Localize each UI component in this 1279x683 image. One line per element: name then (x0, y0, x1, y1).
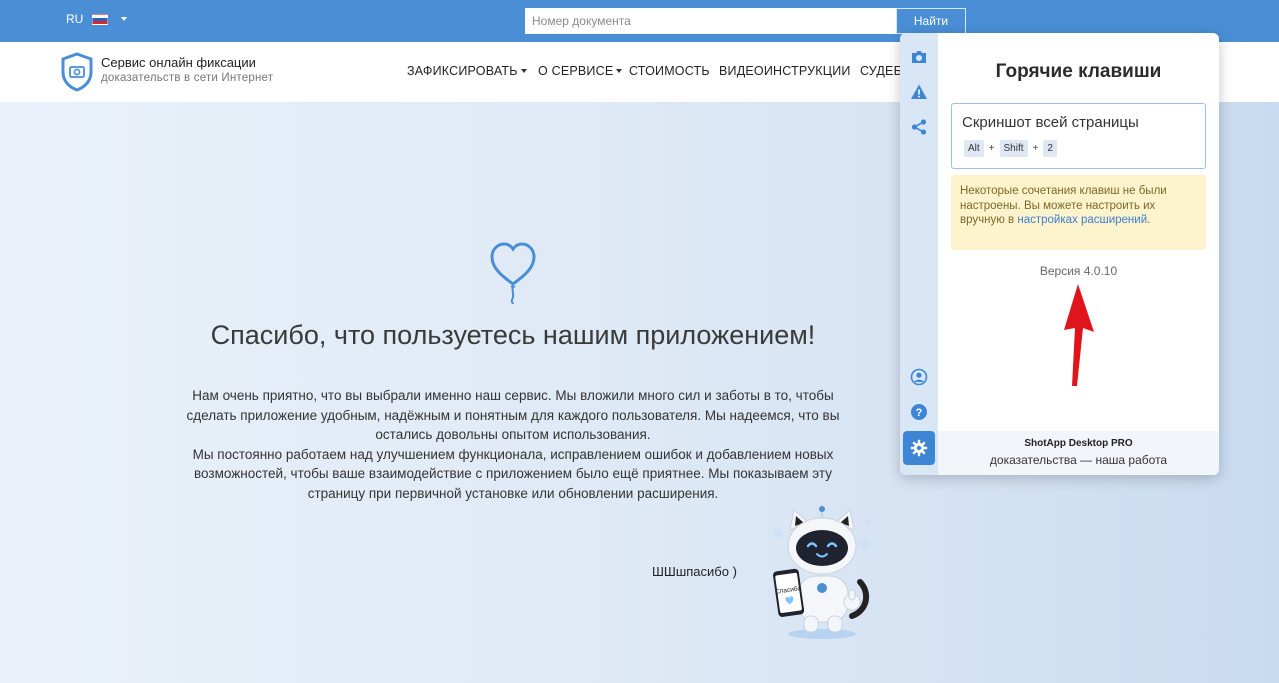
extension-popup: ? Горячие клавиши Скриншот всей страницы… (900, 33, 1219, 475)
settings-tab[interactable] (903, 431, 935, 465)
key-badge: 2 (1043, 140, 1057, 157)
hotkeys-warning: Некоторые сочетания клавиш не были настр… (951, 175, 1206, 250)
key-badge: Shift (999, 140, 1028, 157)
language-label: RU (66, 12, 84, 26)
key-badge: Alt (964, 140, 984, 157)
hotkey-combination: Alt + Shift + 2 (964, 140, 1057, 157)
footer-brand: ShotApp Desktop PRO (1024, 438, 1133, 449)
language-selector[interactable]: RU (66, 12, 128, 26)
chevron-down-icon (520, 69, 527, 73)
hotkey-card-full-page-screenshot[interactable]: Скриншот всей страницы Alt + Shift + 2 (951, 103, 1206, 169)
russia-flag-icon (92, 13, 109, 25)
popup-sidebar: ? (900, 33, 938, 475)
find-button[interactable]: Найти (896, 8, 966, 34)
nav-item-video-guides[interactable]: ВИДЕОИНСТРУКЦИИ (719, 64, 851, 78)
message-line: Мы постоянно работаем над улучшением фун… (192, 446, 834, 462)
message-line: сделать приложение удобным, надёжным и п… (186, 407, 840, 423)
nav-item-court[interactable]: СУДЕБ (860, 64, 902, 78)
help-icon[interactable]: ? (910, 403, 928, 421)
key-separator: + (988, 143, 995, 154)
thanks-caption: ШШшпасибо ) (652, 564, 737, 579)
camera-icon[interactable] (910, 48, 928, 66)
nav-item-label: О СЕРВИСЕ (538, 64, 614, 78)
message-line: возможностей, чтобы ваше взаимодействие … (194, 466, 832, 481)
nav-item-capture[interactable]: ЗАФИКСИРОВАТЬ (407, 64, 527, 78)
share-icon[interactable] (910, 118, 928, 136)
settings-icon (910, 439, 928, 457)
nav-item-about[interactable]: О СЕРВИСЕ (538, 64, 623, 78)
footer-tagline: доказательства — наша работа (989, 453, 1168, 467)
extension-settings-link[interactable]: настройках расширений (1017, 214, 1147, 226)
brand-subtitle: доказательств в сети Интернет (101, 72, 274, 84)
shield-camera-logo-icon[interactable] (60, 52, 94, 92)
document-number-input[interactable] (525, 8, 896, 34)
message-line: страницу при первичной установке или обн… (307, 485, 719, 501)
popup-footer: ShotApp Desktop PRO доказательства — наш… (938, 431, 1219, 475)
red-arrow-annotation (1064, 284, 1094, 386)
user-icon[interactable] (910, 368, 928, 386)
version-label: Версия 4.0.10 (1039, 264, 1118, 278)
brand-title: Сервис онлайн фиксации (101, 55, 256, 70)
chevron-down-icon (616, 69, 623, 73)
svg-text:?: ? (916, 407, 923, 419)
hotkeys-title: Горячие клавиши (995, 61, 1162, 82)
nav-item-label: ЗАФИКСИРОВАТЬ (407, 64, 518, 78)
warning-text-end: . (1147, 214, 1151, 226)
key-separator: + (1032, 143, 1039, 154)
nav-item-label: ВИДЕОИНСТРУКЦИИ (719, 64, 851, 78)
hotkey-card-title: Скриншот всей страницы (962, 114, 1139, 131)
chevron-down-icon (121, 17, 128, 21)
nav-item-label: СУДЕБ (860, 64, 902, 78)
nav-item-label: СТОИМОСТЬ (629, 64, 710, 78)
message-line: Нам очень приятно, что вы выбрали именно… (192, 388, 834, 403)
thank-you-message: Нам очень приятно, что вы выбрали именно… (150, 386, 876, 503)
warning-icon[interactable] (910, 83, 928, 101)
page-headline: Спасибо, что пользуетесь нашим приложени… (210, 320, 816, 350)
message-line: остались довольны опытом использования. (375, 427, 651, 442)
heart-balloon-icon (490, 242, 536, 305)
robot-cat-mascot-image: Спасибо (768, 506, 871, 639)
nav-item-pricing[interactable]: СТОИМОСТЬ (629, 64, 710, 78)
